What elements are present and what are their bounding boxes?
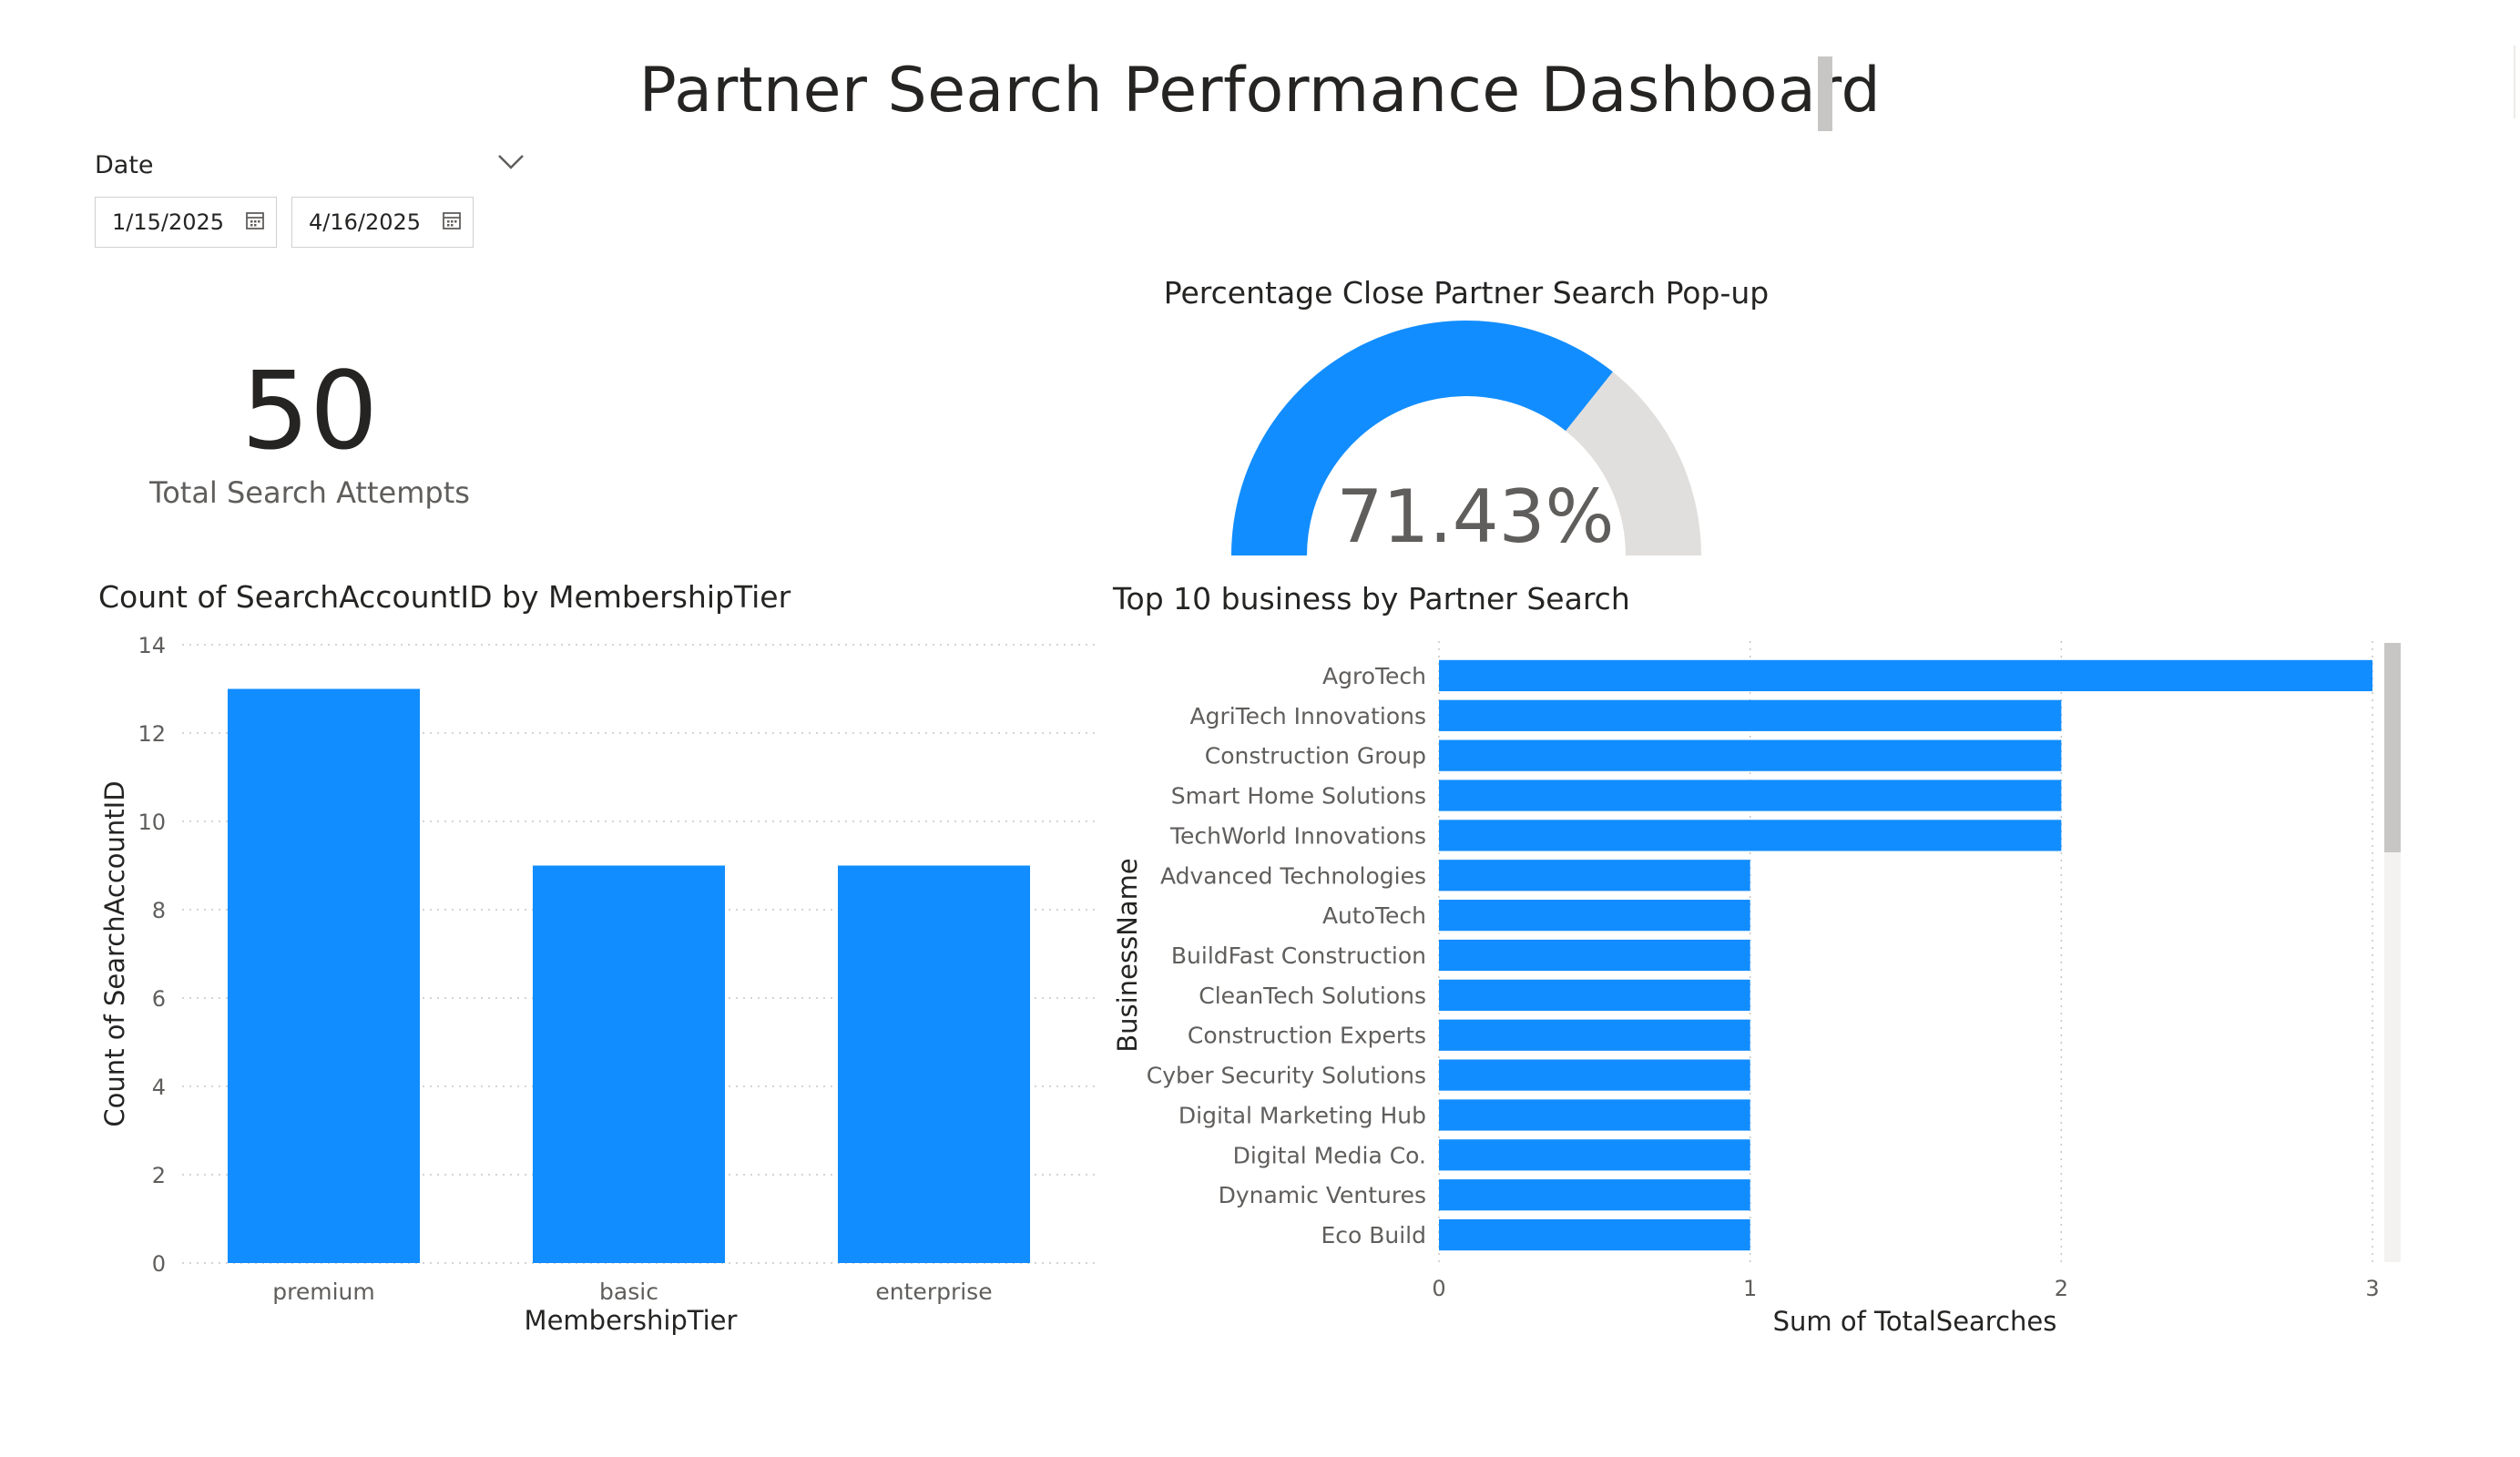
y-tick-label: 12 (138, 721, 166, 747)
x-tick-label: 3 (2365, 1276, 2379, 1301)
date-slicer-label: Date (95, 151, 154, 179)
y-tick-label: TechWorld Innovations (1169, 822, 1426, 849)
bar-autotech (1439, 900, 1750, 932)
calendar-icon[interactable] (245, 210, 265, 230)
y-tick-label: 14 (138, 633, 166, 658)
page-edge-divider (2514, 46, 2515, 118)
bar-digital-marketing-hub (1439, 1099, 1750, 1131)
y-tick-label: AutoTech (1322, 902, 1426, 929)
y-tick-label: AgroTech (1322, 663, 1426, 689)
y-tick-label: Smart Home Solutions (1171, 783, 1426, 810)
bar-digital-media-co- (1439, 1139, 1750, 1171)
y-tick-label: AgriTech Innovations (1189, 703, 1426, 729)
y-tick-label: BuildFast Construction (1171, 942, 1426, 969)
bar-buildfast-construction (1439, 939, 1750, 972)
x-axis-title: MembershipTier (525, 1305, 738, 1336)
y-tick-label: 4 (152, 1075, 166, 1100)
kpi-label: Total Search Attempts (149, 475, 470, 510)
bar-techworld-innovations (1439, 820, 2062, 851)
y-tick-label: Dynamic Ventures (1219, 1182, 1426, 1208)
y-tick-label: Digital Marketing Hub (1178, 1102, 1426, 1128)
date-end-input[interactable]: 4/16/2025 (291, 197, 474, 248)
scrollbar-thumb[interactable] (2384, 643, 2401, 852)
x-tick-label: enterprise (875, 1279, 992, 1305)
gauge-chart[interactable]: 71.43% (1220, 314, 1712, 555)
x-axis-title: Sum of TotalSearches (1773, 1306, 2057, 1337)
bar-eco-build (1439, 1218, 1750, 1251)
y-tick-label: Advanced Technologies (1160, 862, 1426, 889)
bar-construction-group (1439, 739, 2062, 771)
y-axis-title: Count of SearchAccountID (99, 780, 130, 1126)
y-tick-label: Digital Media Co. (1233, 1142, 1426, 1168)
chevron-down-icon[interactable] (495, 151, 526, 173)
x-tick-label: 0 (1432, 1276, 1445, 1301)
date-end-value: 4/16/2025 (309, 209, 422, 235)
gauge-value-label: 71.43% (1336, 474, 1614, 555)
x-tick-label: 1 (1743, 1276, 1757, 1301)
x-tick-label: premium (272, 1279, 374, 1305)
date-start-input[interactable]: 1/15/2025 (95, 197, 277, 248)
bar-agritech-innovations (1439, 699, 2062, 731)
x-tick-label: basic (599, 1279, 658, 1305)
bar-chart-title: Top 10 business by Partner Search (1113, 581, 1630, 616)
kpi-value: 50 (240, 348, 379, 474)
bar-enterprise (837, 865, 1031, 1263)
bar-agrotech (1439, 659, 2372, 692)
date-start-value: 1/15/2025 (112, 209, 225, 235)
bar-construction-experts (1439, 1019, 1750, 1051)
y-tick-label: Construction Experts (1188, 1023, 1426, 1049)
title-accent-bar (1818, 56, 1832, 131)
y-tick-label: Construction Group (1205, 743, 1426, 769)
y-tick-label: 10 (138, 810, 166, 835)
y-tick-label: 8 (152, 898, 166, 923)
bar-premium (227, 688, 421, 1263)
bar-cyber-security-solutions (1439, 1059, 1750, 1091)
bar-basic (532, 865, 726, 1263)
y-tick-label: 6 (152, 986, 166, 1012)
y-axis-title: BusinessName (1112, 858, 1143, 1052)
y-tick-label: Cyber Security Solutions (1147, 1063, 1426, 1089)
y-tick-label: CleanTech Solutions (1199, 983, 1426, 1009)
bar-advanced-technologies (1439, 860, 1750, 892)
y-tick-label: 2 (152, 1163, 166, 1188)
bar-cleantech-solutions (1439, 979, 1750, 1011)
x-tick-label: 2 (2055, 1276, 2068, 1301)
bar-smart-home-solutions (1439, 779, 2062, 811)
calendar-icon[interactable] (442, 210, 462, 230)
column-chart-title: Count of SearchAccountID by MembershipTi… (98, 579, 791, 615)
bar-dynamic-ventures (1439, 1179, 1750, 1211)
page-title: Partner Search Performance Dashboard (638, 55, 1882, 127)
column-chart[interactable]: 0 2 4 6 8 10 12 14 premium basic enterprise Members… (0, 619, 1102, 1348)
bar-chart[interactable]: 0 1 2 3 AgroTech AgriTech Innovations Construc… (1093, 619, 2404, 1348)
y-tick-label: 0 (152, 1251, 166, 1277)
y-tick-label: Eco Build (1321, 1222, 1426, 1248)
gauge-title: Percentage Close Partner Search Pop-up (1163, 275, 1770, 311)
